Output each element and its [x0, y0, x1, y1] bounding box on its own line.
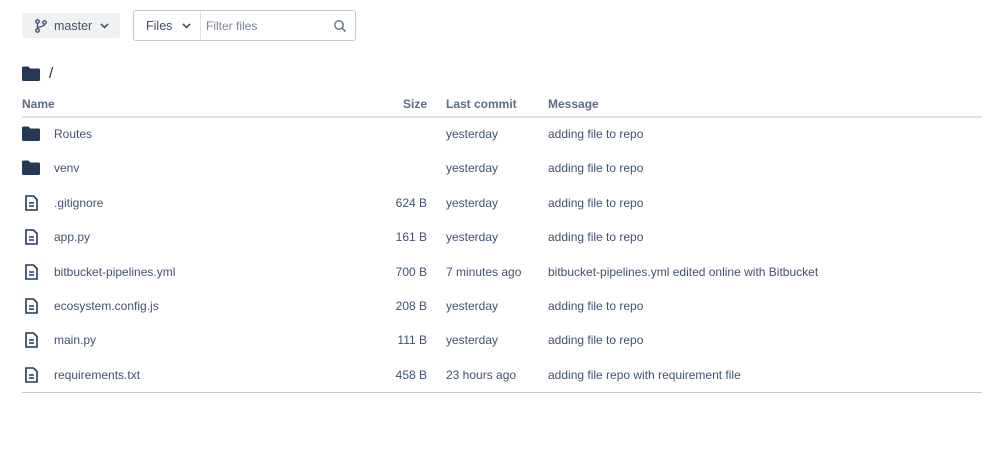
- table-row[interactable]: venv yesterday adding file to repo: [22, 151, 982, 185]
- commit-message: adding file to repo: [548, 333, 644, 348]
- commit-message: adding file repo with requirement file: [548, 367, 741, 382]
- file-size: 161 B: [395, 230, 427, 245]
- table-row[interactable]: bitbucket-pipelines.yml 700 B 7 minutes …: [22, 255, 982, 289]
- table-row[interactable]: main.py 111 B yesterday adding file to r…: [22, 323, 982, 357]
- last-commit-time: 23 hours ago: [446, 367, 517, 382]
- file-size: 111 B: [397, 333, 427, 348]
- file-name-link[interactable]: requirements.txt: [54, 368, 140, 382]
- filter-type-label: Files: [146, 18, 173, 33]
- last-commit-time: yesterday: [446, 161, 499, 176]
- last-commit-time: yesterday: [446, 127, 499, 141]
- table-row[interactable]: Routes yesterday adding file to repo: [22, 117, 982, 151]
- file-name-link[interactable]: main.py: [54, 333, 96, 347]
- file-icon: [22, 229, 40, 245]
- file-filter: Files: [133, 10, 356, 41]
- file-name-link[interactable]: bitbucket-pipelines.yml: [54, 265, 175, 279]
- path-root-separator[interactable]: /: [49, 65, 53, 82]
- filter-files-input[interactable]: [201, 12, 333, 39]
- file-name-link[interactable]: Routes: [54, 127, 92, 141]
- file-icon: [22, 366, 40, 383]
- branch-label: master: [54, 18, 93, 33]
- chevron-down-icon: [182, 22, 191, 29]
- commit-message: adding file to repo: [548, 195, 644, 210]
- last-commit-time: yesterday: [446, 195, 499, 210]
- column-header-message: Message: [548, 97, 599, 111]
- last-commit-time: yesterday: [446, 230, 499, 245]
- file-size: 208 B: [395, 298, 427, 313]
- commit-message: adding file to repo: [548, 298, 644, 313]
- commit-message: adding file to repo: [548, 230, 644, 245]
- file-size: 700 B: [395, 264, 427, 279]
- table-row[interactable]: requirements.txt 458 B 23 hours ago addi…: [22, 358, 982, 392]
- file-icon: [22, 298, 40, 314]
- branch-icon: [34, 18, 48, 33]
- file-icon: [22, 263, 40, 280]
- search-icon[interactable]: [333, 19, 347, 33]
- file-icon: [22, 332, 40, 349]
- file-size: 624 B: [395, 195, 427, 210]
- column-header-size: Size: [402, 97, 427, 111]
- file-table-header: Name Size Last commit Message: [22, 96, 982, 118]
- folder-icon[interactable]: [22, 66, 40, 81]
- column-header-name: Name: [22, 97, 55, 111]
- table-divider: [22, 392, 982, 393]
- file-name-link[interactable]: venv: [54, 161, 79, 175]
- filter-type-dropdown[interactable]: Files: [134, 11, 201, 40]
- table-row[interactable]: ecosystem.config.js 208 B yesterday addi…: [22, 289, 982, 323]
- last-commit-time: yesterday: [446, 298, 499, 313]
- file-name-link[interactable]: ecosystem.config.js: [54, 299, 159, 313]
- last-commit-time: yesterday: [446, 333, 499, 348]
- folder-icon: [22, 160, 40, 176]
- commit-message: adding file to repo: [548, 127, 644, 141]
- file-name-link[interactable]: app.py: [54, 230, 90, 244]
- chevron-down-icon: [100, 22, 109, 29]
- file-table-body: Routes yesterday adding file to repo ven…: [22, 117, 982, 392]
- file-size: 458 B: [395, 367, 427, 382]
- file-name-link[interactable]: .gitignore: [54, 196, 103, 210]
- table-row[interactable]: .gitignore 624 B yesterday adding file t…: [22, 186, 982, 220]
- table-row[interactable]: app.py 161 B yesterday adding file to re…: [22, 220, 982, 254]
- column-header-last-commit: Last commit: [446, 97, 517, 111]
- commit-message: adding file to repo: [548, 161, 644, 176]
- file-icon: [22, 194, 40, 211]
- breadcrumb: /: [22, 63, 53, 83]
- branch-selector-button[interactable]: master: [22, 13, 120, 38]
- commit-message: bitbucket-pipelines.yml edited online wi…: [548, 264, 819, 279]
- last-commit-time: 7 minutes ago: [446, 264, 522, 279]
- folder-icon: [22, 126, 40, 142]
